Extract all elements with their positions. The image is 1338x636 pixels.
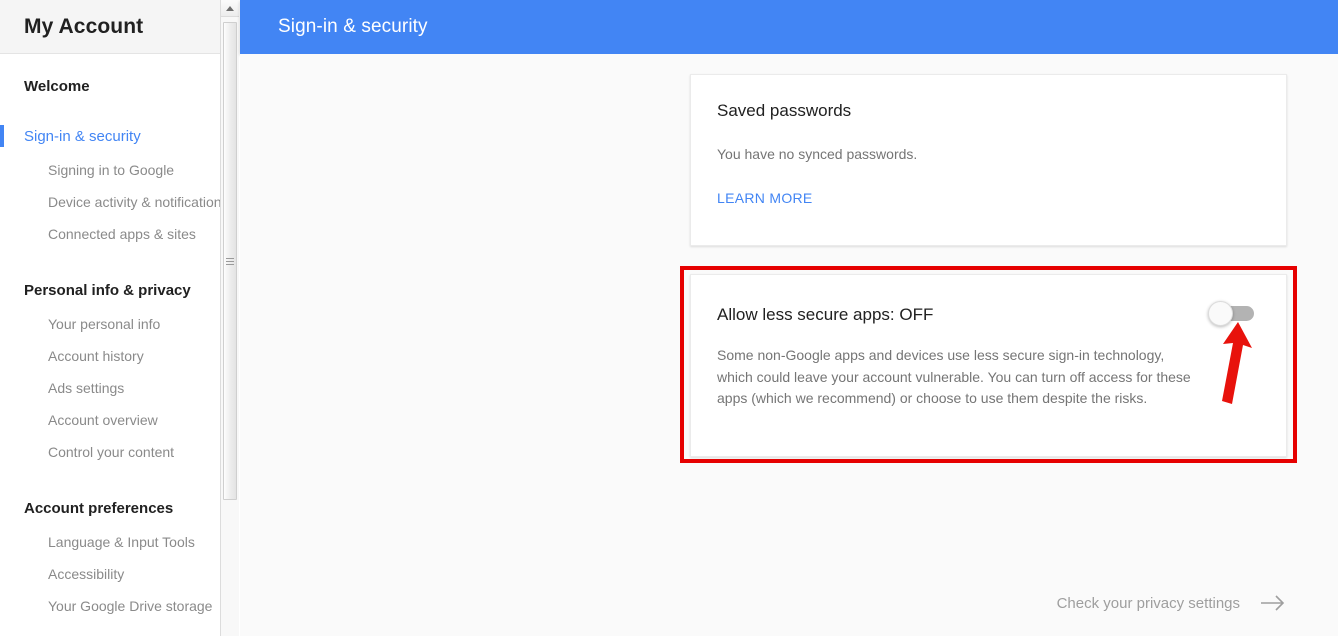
sidebar-item-sign-in-security[interactable]: Sign-in & security <box>0 118 220 154</box>
red-highlight-annotation: Allow less secure apps: OFF Some non-Goo… <box>680 266 1297 463</box>
sidebar-subitem-your-google-drive-storage[interactable]: Your Google Drive storage <box>0 590 220 622</box>
my-account-settings-page: My Account Welcome Sign-in & security Sign… <box>0 0 1338 636</box>
sidebar: My Account Welcome Sign-in & security Sign… <box>0 0 220 636</box>
sidebar-subitem-label: Account overview <box>48 412 158 428</box>
less-secure-apps-header: Allow less secure apps: OFF <box>717 301 1260 326</box>
sidebar-subitem-ads-settings[interactable]: Ads settings <box>0 372 220 404</box>
sidebar-header: My Account <box>0 0 220 54</box>
sidebar-group: Personal info & privacy Your personal inf… <box>0 272 220 468</box>
sidebar-subitem-label: Your Google Drive storage <box>48 598 213 614</box>
sidebar-subitem-language-input-tools[interactable]: Language & Input Tools <box>0 526 220 558</box>
saved-passwords-card: Saved passwords You have no synced passw… <box>690 74 1287 246</box>
sidebar-subitem-account-history[interactable]: Account history <box>0 340 220 372</box>
active-indicator-bar <box>0 125 4 147</box>
sidebar-subitem-label: Ads settings <box>48 380 125 396</box>
triangle-up-icon <box>226 5 234 11</box>
sidebar-subitem-label: Control your content <box>48 444 175 460</box>
saved-passwords-title: Saved passwords <box>717 101 852 120</box>
sidebar-subitem-label: Device activity & notifications <box>48 194 220 210</box>
scrollbar-thumb[interactable] <box>223 22 237 500</box>
sidebar-item-label: Account preferences <box>24 499 174 517</box>
sidebar-group: Welcome <box>0 68 220 104</box>
sidebar-item-label: Personal info & privacy <box>24 281 191 299</box>
sidebar-group: Account preferences Language & Input Tool… <box>0 490 220 622</box>
check-privacy-settings-label: Check your privacy settings <box>1056 594 1240 612</box>
sidebar-group-spacer <box>0 256 220 272</box>
sidebar-subitem-device-activity-notifications[interactable]: Device activity & notifications <box>0 186 220 218</box>
toggle-knob <box>1208 301 1233 326</box>
sidebar-subitem-accessibility[interactable]: Accessibility <box>0 558 220 590</box>
sidebar-subitem-label: Language & Input Tools <box>48 534 195 550</box>
sidebar-nav: Welcome Sign-in & security Signing in to G… <box>0 54 220 636</box>
sidebar-group-spacer <box>0 628 220 636</box>
page-title: Sign-in & security <box>278 16 428 37</box>
page-header-bar: Sign-in & security <box>240 0 1338 54</box>
sidebar-subitem-account-overview[interactable]: Account overview <box>0 404 220 436</box>
less-secure-apps-card: Allow less secure apps: OFF Some non-Goo… <box>690 274 1287 457</box>
less-secure-apps-title: Allow less secure apps: OFF <box>717 305 934 324</box>
sidebar-item-account-preferences[interactable]: Account preferences <box>0 490 220 526</box>
saved-passwords-body: You have no synced passwords. <box>717 146 918 162</box>
sidebar-subitem-connected-apps-sites[interactable]: Connected apps & sites <box>0 218 220 250</box>
sidebar-subitem-label: Your personal info <box>48 316 161 332</box>
sidebar-item-personal-info-privacy[interactable]: Personal info & privacy <box>0 272 220 308</box>
arrow-right-icon <box>1260 594 1286 612</box>
grip-lines-icon <box>226 256 234 267</box>
sidebar-subitem-control-your-content[interactable]: Control your content <box>0 436 220 468</box>
sidebar-subitem-your-personal-info[interactable]: Your personal info <box>0 308 220 340</box>
sidebar-subitem-label: Account history <box>48 348 144 364</box>
learn-more-link[interactable]: LEARN MORE <box>717 190 813 206</box>
sidebar-group-spacer <box>0 110 220 118</box>
sidebar-scrollbar[interactable] <box>220 0 239 636</box>
scroll-up-arrow-icon[interactable] <box>221 0 239 17</box>
sidebar-item-label: Sign-in & security <box>24 127 141 145</box>
main-content: Saved passwords You have no synced passw… <box>240 54 1338 636</box>
sidebar-subitem-label: Connected apps & sites <box>48 226 196 242</box>
check-privacy-settings-link[interactable]: Check your privacy settings <box>1057 594 1286 612</box>
sidebar-subitem-signing-in-to-google[interactable]: Signing in to Google <box>0 154 220 186</box>
sidebar-brand-title: My Account <box>24 14 144 38</box>
allow-less-secure-apps-toggle[interactable] <box>1208 301 1254 326</box>
sidebar-subitem-label: Accessibility <box>48 566 125 582</box>
sidebar-group-spacer <box>0 474 220 490</box>
sidebar-item-label: Welcome <box>24 77 90 95</box>
less-secure-apps-description: Some non-Google apps and devices use les… <box>717 347 1191 407</box>
sidebar-group: Sign-in & security Signing in to Google De… <box>0 118 220 250</box>
sidebar-item-welcome[interactable]: Welcome <box>0 68 220 104</box>
sidebar-subitem-label: Signing in to Google <box>48 162 175 178</box>
